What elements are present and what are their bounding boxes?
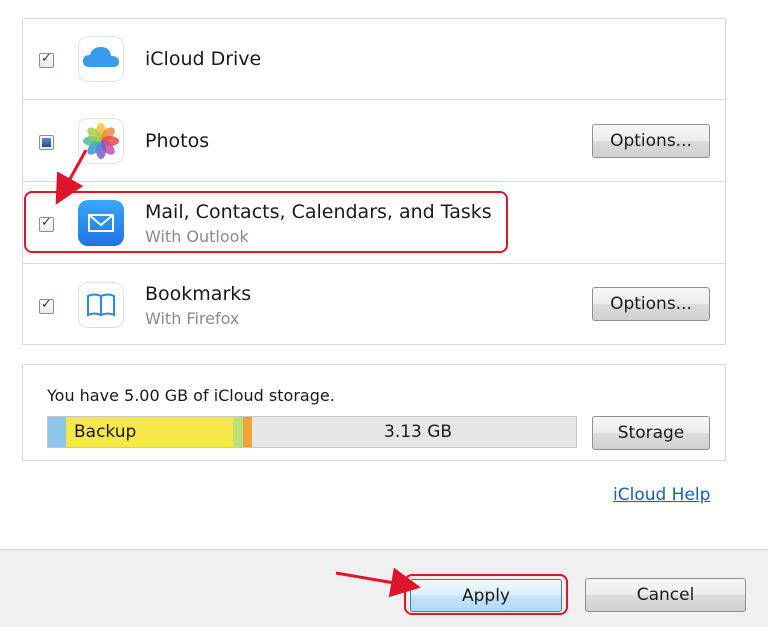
annotation-arrows	[55, 149, 421, 598]
arrow-to-mail-icon	[55, 149, 88, 205]
arrow-to-apply-icon	[335, 567, 421, 598]
